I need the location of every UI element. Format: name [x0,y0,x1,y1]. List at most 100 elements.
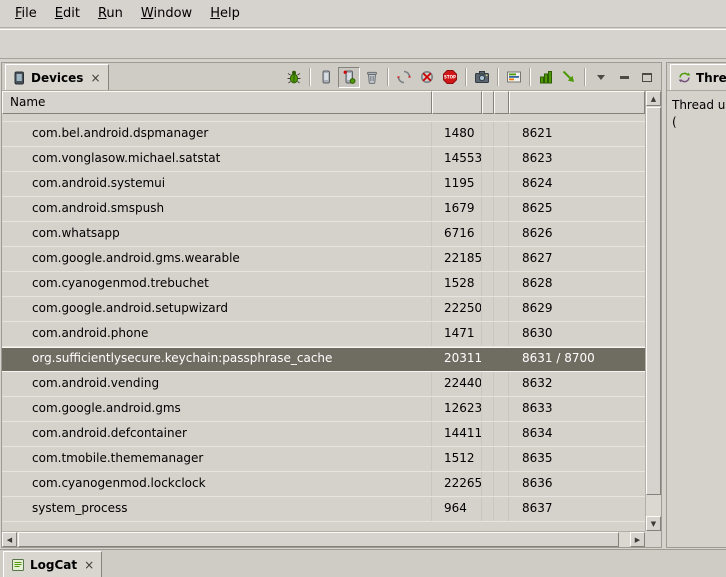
start-method-profiling-button[interactable] [535,67,557,88]
process-table: com.bel.android.dspmanager 1480 8621 com… [2,114,645,531]
column-header-name[interactable]: Name [2,91,432,114]
menu-item[interactable]: Edit [46,3,89,24]
menu-bar: FileEditRunWindowHelp [0,0,726,28]
show-heap-button[interactable] [315,67,337,88]
update-threads-button[interactable] [393,67,415,88]
menu-item[interactable]: Window [132,3,201,24]
threads-message-line: Thread up [672,97,724,114]
minimize-icon [620,76,629,79]
process-col-spacer [482,472,494,496]
scroll-down-button[interactable]: ▼ [646,516,661,531]
process-row[interactable]: com.tmobile.thememanager 1512 8635 [2,447,645,472]
menu-item[interactable]: Help [201,3,249,24]
process-row[interactable]: com.google.android.gms 12623 8633 [2,397,645,422]
minimize-button[interactable] [613,67,635,88]
process-row[interactable]: com.android.smspush 1679 8625 [2,197,645,222]
screen-capture-button[interactable] [471,67,493,88]
horizontal-scrollbar[interactable]: ◀ ▶ [2,531,645,547]
menu-item[interactable]: Run [89,3,132,24]
main-toolbar [0,29,726,59]
scroll-up-button[interactable]: ▲ [646,91,661,106]
process-port: 8630 [509,322,645,346]
process-row[interactable]: org.sufficientlysecure.keychain:passphra… [2,347,645,372]
toolbar-separator [584,68,586,86]
process-row[interactable]: com.cyanogenmod.trebuchet 1528 8628 [2,272,645,297]
svg-text:STOP: STOP [444,75,456,80]
process-row[interactable]: com.vonglasow.michael.satstat 14553 8623 [2,147,645,172]
process-row[interactable]: com.whatsapp 6716 8626 [2,222,645,247]
process-col-spacer [482,372,494,396]
process-col-spacer [482,247,494,271]
systrace-icon [506,69,522,85]
systrace-button[interactable] [503,67,525,88]
process-name: com.android.vending [2,372,432,396]
process-name: com.google.android.gms.wearable [2,247,432,271]
view-menu-button[interactable] [590,67,612,88]
process-row[interactable]: com.bel.android.dspmanager 1480 8621 [2,122,645,147]
process-col-spacer [494,147,509,171]
process-name: com.google.android.setupwizard [2,297,432,321]
process-col-spacer [482,122,494,146]
process-col-spacer [494,122,509,146]
process-row[interactable]: com.android.phone 1471 8630 [2,322,645,347]
debug-process-button[interactable] [283,67,305,88]
column-header-pid[interactable] [432,91,482,114]
process-name: com.vonglasow.michael.satstat [2,147,432,171]
process-name: com.whatsapp [2,222,432,246]
scroll-right-button[interactable]: ▶ [630,532,645,547]
process-port: 8633 [509,397,645,421]
process-col-spacer [482,222,494,246]
process-pid: 14411 [432,422,482,446]
devices-toolbar: STOP [283,66,658,88]
process-row[interactable]: com.android.systemui 1195 8624 [2,172,645,197]
cause-gc-button[interactable] [361,67,383,88]
scroll-left-button[interactable]: ◀ [2,532,17,547]
close-icon[interactable]: × [84,558,94,572]
process-name: com.android.defcontainer [2,422,432,446]
stop-thread-updates-icon [419,69,435,85]
allocation-tracker-button[interactable] [558,67,580,88]
process-port: 8637 [509,497,645,521]
process-name: com.android.smspush [2,197,432,221]
maximize-button[interactable] [636,67,658,88]
process-col-spacer [482,197,494,221]
process-col-spacer [482,422,494,446]
process-name: com.cyanogenmod.lockclock [2,472,432,496]
debug-icon [286,69,302,85]
column-header-port[interactable] [509,91,645,114]
process-pid: 20311 [432,348,482,371]
view-menu-icon [597,75,605,80]
tab-logcat[interactable]: LogCat × [3,551,102,577]
vertical-scrollbar[interactable]: ▲ ▼ [645,91,661,531]
update-heap-button[interactable] [338,67,360,88]
column-header-spacer[interactable] [482,91,494,114]
process-pid: 1512 [432,447,482,471]
process-row[interactable]: com.android.vending 22440 8632 [2,372,645,397]
process-row[interactable]: com.cyanogenmod.lockclock 22265 8636 [2,472,645,497]
process-name: com.tmobile.thememanager [2,447,432,471]
process-col-spacer [482,322,494,346]
column-header-spacer[interactable] [494,91,509,114]
devices-tabbar: Devices × STOP [2,63,661,91]
vertical-scrollbar-thumb[interactable] [646,107,661,495]
stop-thread-updates-button[interactable] [416,67,438,88]
tab-devices[interactable]: Devices × [5,64,109,90]
process-row[interactable]: com.google.android.gms.wearable 22185 86… [2,247,645,272]
stop-process-button[interactable]: STOP [439,67,461,88]
close-icon[interactable]: × [90,71,100,85]
screen-capture-icon [474,69,490,85]
menu-item[interactable]: File [6,3,46,24]
horizontal-scrollbar-thumb[interactable] [18,532,619,547]
process-port: 8634 [509,422,645,446]
process-row[interactable]: com.google.android.setupwizard 22250 862… [2,297,645,322]
process-port: 8626 [509,222,645,246]
process-row[interactable]: com.android.defcontainer 14411 8634 [2,422,645,447]
table-header: Name [2,91,645,114]
allocation-tracker-icon [561,69,577,85]
process-row[interactable]: system_process 964 8637 [2,497,645,522]
toolbar-separator [529,68,531,86]
logcat-view-bar: LogCat × [0,549,726,577]
tab-devices-label: Devices [31,71,83,85]
process-col-spacer [482,297,494,321]
tab-threads[interactable]: Threads × [670,64,726,90]
